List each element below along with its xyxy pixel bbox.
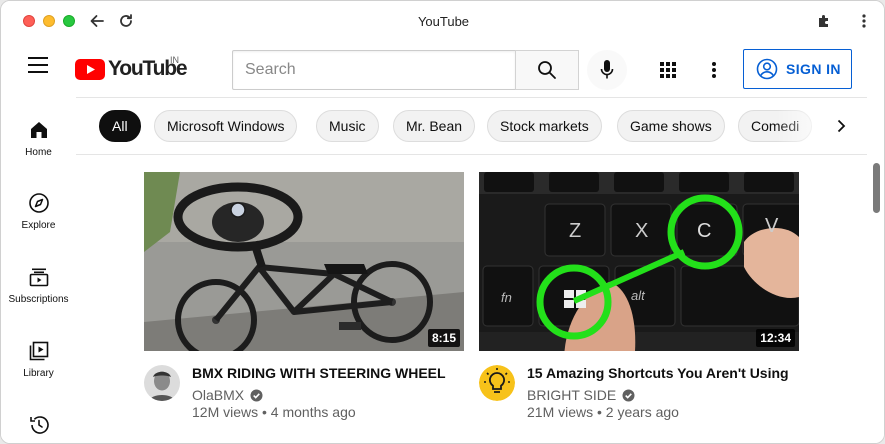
browser-menu-icon[interactable]	[853, 10, 875, 32]
key-v: V	[765, 215, 779, 237]
chip-microsoft-windows[interactable]: Microsoft Windows	[154, 110, 298, 142]
video-grid: 8:15 BMX RIDING WITH STEERING WHEEL OlaB…	[76, 155, 867, 443]
subscriptions-icon	[29, 268, 48, 287]
sign-in-label: SIGN IN	[786, 61, 841, 77]
chip-mr-bean[interactable]: Mr. Bean	[393, 110, 476, 142]
keyboard-shortcuts-thumbnail-image: Z X C V fn alt	[479, 172, 799, 351]
close-window-button[interactable]	[23, 15, 35, 27]
lightbulb-avatar-image	[479, 365, 515, 401]
channel-avatar[interactable]	[479, 365, 515, 401]
key-alt: alt	[631, 288, 646, 303]
search-icon	[538, 61, 556, 79]
channel-avatar[interactable]	[144, 365, 180, 401]
video-card[interactable]: Z X C V fn alt 12:34 15 Amazing Shortcut…	[479, 172, 799, 420]
title-bar: YouTube	[1, 1, 884, 41]
key-fn: fn	[501, 290, 512, 305]
extensions-puzzle-icon[interactable]	[813, 10, 835, 32]
minimize-window-button[interactable]	[43, 15, 55, 27]
video-card[interactable]: 8:15 BMX RIDING WITH STEERING WHEEL OlaB…	[144, 172, 464, 420]
sidebar-item-label: Home	[25, 147, 52, 158]
sign-in-button[interactable]: SIGN IN	[743, 49, 852, 89]
microphone-icon	[600, 60, 614, 79]
key-x: X	[635, 220, 648, 242]
settings-more-icon[interactable]	[704, 58, 724, 82]
channel-name[interactable]: BRIGHT SIDE	[527, 387, 616, 403]
history-icon	[29, 416, 49, 434]
sidebar-item-label: Explore	[21, 220, 56, 231]
video-stats: 21M views • 2 years ago	[527, 404, 679, 420]
chip-game-shows[interactable]: Game shows	[617, 110, 725, 142]
key-c: C	[697, 220, 711, 242]
search-box[interactable]	[232, 50, 516, 90]
search-button[interactable]	[515, 50, 579, 90]
reload-icon[interactable]	[115, 10, 137, 32]
video-thumbnail[interactable]: 8:15	[144, 172, 464, 351]
scrollbar-thumb[interactable]	[873, 163, 880, 213]
hamburger-menu-icon[interactable]	[28, 57, 50, 79]
verified-check-icon	[250, 389, 263, 401]
channel-name-row: BRIGHT SIDE	[527, 387, 799, 403]
video-duration: 12:34	[756, 329, 795, 347]
video-title[interactable]: BMX RIDING WITH STEERING WHEEL	[192, 363, 464, 383]
search-input[interactable]	[233, 51, 515, 89]
filter-chip-bar: All Microsoft Windows Music Mr. Bean Sto…	[76, 97, 867, 155]
sidebar-item-history[interactable]	[1, 414, 76, 436]
sidebar-item-label: Library	[23, 368, 54, 379]
browser-window: YouTube YouTube IN Search SIGN IN Home E…	[0, 0, 885, 444]
chevron-right-icon[interactable]	[826, 111, 856, 141]
zoom-window-button[interactable]	[63, 15, 75, 27]
youtube-play-icon	[75, 58, 105, 80]
sidebar: Home Explore Subscriptions Library	[1, 97, 76, 443]
channel-name[interactable]: OlaBMX	[192, 387, 244, 403]
library-icon	[29, 341, 48, 361]
video-title[interactable]: 15 Amazing Shortcuts You Aren't Using	[527, 363, 799, 383]
video-thumbnail[interactable]: Z X C V fn alt 12:34	[479, 172, 799, 351]
key-z: Z	[569, 220, 581, 242]
youtube-header: YouTube IN SIGN IN	[1, 41, 871, 97]
channel-name-row: OlaBMX	[192, 387, 464, 403]
chip-stock-markets[interactable]: Stock markets	[487, 110, 602, 142]
sidebar-item-explore[interactable]: Explore	[1, 192, 76, 231]
sidebar-item-label: Subscriptions	[8, 294, 69, 305]
region-code: IN	[170, 55, 179, 65]
video-stats: 12M views • 4 months ago	[192, 404, 356, 420]
chip-music[interactable]: Music	[316, 110, 379, 142]
account-circle-icon	[756, 58, 778, 80]
chip-all[interactable]: All	[99, 110, 141, 142]
verified-check-icon	[622, 389, 635, 401]
home-icon	[30, 122, 47, 138]
video-meta: BMX RIDING WITH STEERING WHEEL OlaBMX 12…	[144, 363, 464, 420]
bmx-bike-thumbnail-image	[144, 172, 464, 351]
video-meta: 15 Amazing Shortcuts You Aren't Using BR…	[479, 363, 799, 420]
compass-icon	[28, 193, 49, 213]
voice-search-button[interactable]	[587, 50, 627, 90]
apps-grid-icon[interactable]	[656, 58, 680, 82]
back-arrow-icon[interactable]	[86, 10, 108, 32]
scrollbar-track[interactable]	[867, 97, 884, 443]
olabmx-avatar-image	[144, 365, 180, 401]
sidebar-item-subscriptions[interactable]: Subscriptions	[1, 266, 76, 305]
video-duration: 8:15	[427, 329, 460, 347]
sidebar-item-home[interactable]: Home	[1, 119, 76, 158]
sidebar-item-library[interactable]: Library	[1, 340, 76, 379]
